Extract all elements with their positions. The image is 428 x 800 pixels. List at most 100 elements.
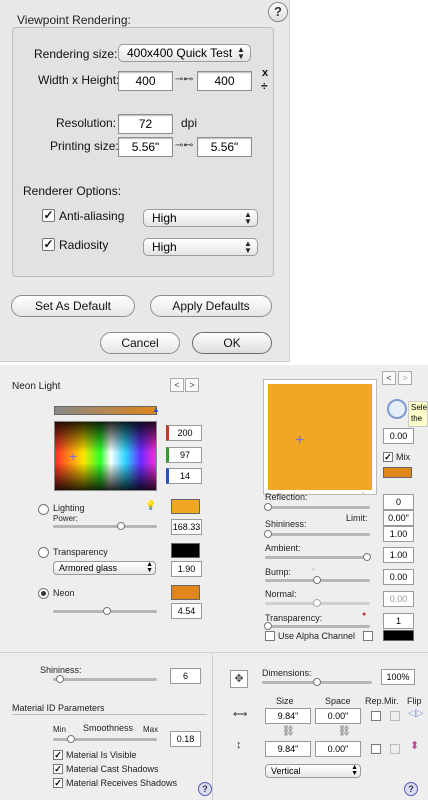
divide-icon[interactable]: ÷ xyxy=(261,79,268,93)
lighting-radio[interactable] xyxy=(38,504,49,515)
prev-material-button[interactable]: < xyxy=(170,378,184,392)
color-picker-spectrum[interactable]: + xyxy=(54,421,157,491)
height-field[interactable]: 400 xyxy=(197,71,252,91)
neon-value-field[interactable]: 4.54 xyxy=(171,603,202,619)
swap-icon[interactable]: x xyxy=(262,67,268,79)
antialiasing-checkbox[interactable]: ✓ xyxy=(42,209,55,222)
apply-defaults-button[interactable]: Apply Defaults xyxy=(150,295,272,317)
slider-knob[interactable] xyxy=(264,530,272,538)
neon-radio[interactable] xyxy=(38,588,49,599)
antialiasing-popup[interactable]: High ▲ ▼ xyxy=(143,209,258,227)
use-alpha-channel-checkbox[interactable] xyxy=(265,631,275,641)
slider-knob[interactable] xyxy=(56,675,64,683)
width-mirror-checkbox[interactable] xyxy=(390,711,400,721)
rendering-size-popup[interactable]: 400x400 Quick Test ▲ ▼ xyxy=(118,44,251,62)
alpha-color-swatch[interactable] xyxy=(383,630,414,641)
lighting-color-swatch[interactable] xyxy=(171,499,200,514)
help-button[interactable]: ? xyxy=(198,782,212,796)
neon-color-swatch[interactable] xyxy=(171,585,200,600)
dimensions-value-field[interactable]: 100% xyxy=(381,669,415,685)
reflection-value-field[interactable]: 0 xyxy=(383,494,414,510)
chain-link-icon[interactable]: ⛓ xyxy=(338,726,351,737)
width-space-field[interactable]: 0.00" xyxy=(315,708,361,724)
cancel-button[interactable]: Cancel xyxy=(100,332,180,354)
slider-knob[interactable] xyxy=(313,678,321,686)
transparency-radio[interactable] xyxy=(38,547,49,558)
bump-slider[interactable] xyxy=(265,576,370,584)
gradient-marker-icon[interactable]: ▲ xyxy=(152,405,160,414)
material-preview-swatch[interactable]: + xyxy=(268,384,372,490)
alpha-option-checkbox[interactable] xyxy=(363,631,373,641)
bump-value-field[interactable]: 0.00 xyxy=(383,569,414,585)
shininess-preview-slider[interactable] xyxy=(264,530,370,538)
ambient-slider[interactable] xyxy=(265,553,371,561)
smoothness-slider[interactable] xyxy=(53,735,157,743)
shininess-preview-value-field[interactable]: 1.00 xyxy=(383,526,414,542)
help-button[interactable]: ? xyxy=(268,2,288,22)
color-wheel-icon[interactable] xyxy=(387,399,407,419)
ambient-value-field[interactable]: 1.00 xyxy=(383,547,414,563)
move-icon[interactable]: ✥ xyxy=(230,670,248,688)
set-as-default-button[interactable]: Set As Default xyxy=(11,295,135,317)
red-marker-icon: ● xyxy=(362,611,367,618)
flip-vertical-icon[interactable]: ⬍ xyxy=(410,739,419,752)
help-button[interactable]: ? xyxy=(404,782,418,796)
red-value-field[interactable]: 200 xyxy=(166,425,202,441)
width-repeat-checkbox[interactable] xyxy=(371,711,381,721)
mix-checkbox[interactable]: ✓ xyxy=(383,452,393,462)
color-gradient-bar[interactable] xyxy=(54,406,157,415)
next-preview-button[interactable]: > xyxy=(398,371,412,385)
next-material-button[interactable]: > xyxy=(185,378,199,392)
shininess-slider[interactable] xyxy=(53,675,157,683)
slider-knob[interactable] xyxy=(67,735,75,743)
power-value-field[interactable]: 168.33 xyxy=(171,519,202,535)
height-mirror-checkbox[interactable] xyxy=(390,744,400,754)
transparency-type-popup[interactable]: Armored glass ▲ ▼ xyxy=(53,561,156,575)
transparency-preview-value-field[interactable]: 1 xyxy=(383,613,414,629)
dimensions-slider[interactable] xyxy=(262,678,372,686)
height-space-field[interactable]: 0.00" xyxy=(315,741,361,757)
reflection-slider[interactable] xyxy=(264,503,370,511)
limit-value-field[interactable]: 0.00" xyxy=(383,510,414,526)
material-receive-shadows-checkbox[interactable]: ✓ xyxy=(53,778,63,788)
normal-slider[interactable] xyxy=(265,599,370,607)
slider-knob[interactable] xyxy=(313,576,321,584)
blue-value-field[interactable]: 14 xyxy=(166,468,202,484)
resolution-field[interactable]: 72 xyxy=(118,114,173,134)
transparency-value-field[interactable]: 1.90 xyxy=(171,561,202,577)
material-visible-checkbox[interactable]: ✓ xyxy=(53,750,63,760)
chain-link-icon[interactable]: ⊸⊷ xyxy=(175,141,193,151)
ok-button[interactable]: OK xyxy=(192,332,272,354)
slider-knob[interactable] xyxy=(264,622,272,630)
mix-label: Mix xyxy=(396,452,410,462)
shininess-value-field[interactable]: 6 xyxy=(170,668,201,684)
normal-value-field[interactable]: 0.00 xyxy=(383,591,414,607)
width-field[interactable]: 400 xyxy=(118,71,173,91)
slider-knob[interactable] xyxy=(313,599,321,607)
orientation-popup[interactable]: Vertical ▲ ▼ xyxy=(265,764,361,778)
prev-preview-button[interactable]: < xyxy=(382,371,396,385)
chain-link-icon[interactable]: ⊸⊷ xyxy=(175,75,193,85)
slider-knob[interactable] xyxy=(103,607,111,615)
smoothness-value-field[interactable]: 0.18 xyxy=(170,731,201,747)
print-width-field[interactable]: 5.56" xyxy=(118,137,173,157)
neon-slider[interactable] xyxy=(53,607,157,615)
height-repeat-checkbox[interactable] xyxy=(371,744,381,754)
chain-link-icon[interactable]: ⛓ xyxy=(282,726,295,737)
slider-knob[interactable] xyxy=(363,553,371,561)
transparency-preview-slider[interactable] xyxy=(264,622,370,630)
height-size-field[interactable]: 9.84" xyxy=(265,741,311,757)
transparency-color-swatch[interactable] xyxy=(171,543,200,558)
print-height-field[interactable]: 5.56" xyxy=(197,137,252,157)
preview-value-field[interactable]: 0.00 xyxy=(383,428,414,444)
green-value-field[interactable]: 97 xyxy=(166,447,202,463)
slider-knob[interactable] xyxy=(264,503,272,511)
width-size-field[interactable]: 9.84" xyxy=(265,708,311,724)
mix-color-swatch[interactable] xyxy=(383,467,412,478)
slider-knob[interactable] xyxy=(117,522,125,530)
material-cast-shadows-checkbox[interactable]: ✓ xyxy=(53,764,63,774)
radiosity-checkbox[interactable]: ✓ xyxy=(42,238,55,251)
power-slider[interactable] xyxy=(53,522,157,530)
radiosity-popup[interactable]: High ▲ ▼ xyxy=(143,238,258,256)
flip-horizontal-icon[interactable]: ◁▷ xyxy=(408,708,423,719)
